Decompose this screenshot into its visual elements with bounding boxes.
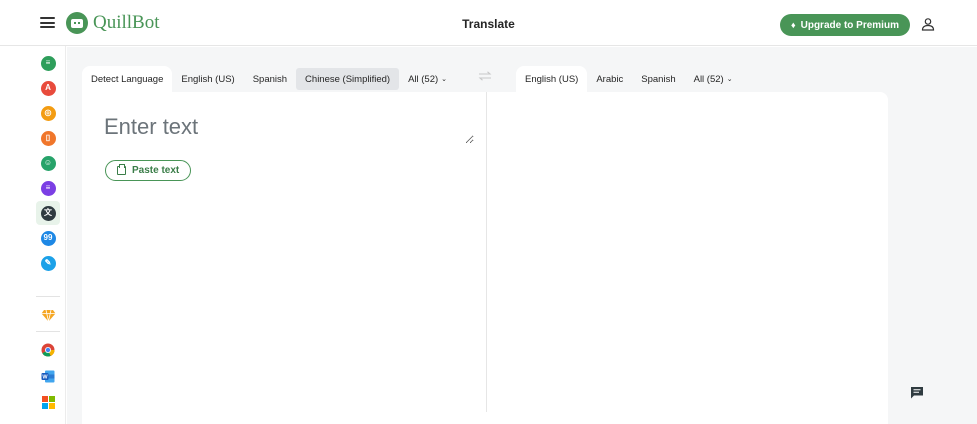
summarizer-icon: ≡	[40, 180, 56, 196]
ai-detector-icon: ◎	[40, 105, 56, 121]
tab-source-english-us[interactable]: English (US)	[172, 66, 243, 92]
sidebar-item-citation-generator[interactable]: 99	[36, 226, 60, 250]
citation-generator-icon: 99	[40, 230, 56, 246]
paste-text-button[interactable]: Paste text	[105, 160, 192, 181]
chevron-down-icon: ⌄	[441, 76, 448, 83]
sidebar-item-paraphraser[interactable]: ≡	[36, 51, 60, 75]
clipboard-icon	[117, 164, 126, 175]
paraphraser-icon: ≡	[40, 55, 56, 71]
sidebar-item-quillbot-flow[interactable]: ✎	[36, 251, 60, 275]
source-language-tabs: Detect Language English (US) Spanish Chi…	[82, 66, 456, 92]
user-profile-icon[interactable]	[921, 17, 935, 31]
target-language-tabs: English (US) Arabic Spanish All (52) ⌄	[516, 66, 742, 92]
swap-languages-icon[interactable]	[478, 71, 492, 81]
paste-text-label: Paste text	[132, 165, 180, 176]
target-all-languages-dropdown[interactable]: All (52) ⌄	[685, 66, 742, 92]
diamond-icon: ♦	[791, 20, 796, 30]
panel-divider	[486, 92, 487, 412]
tab-target-arabic[interactable]: Arabic	[587, 66, 632, 92]
sidebar-item-premium[interactable]	[36, 303, 60, 327]
sidebar-item-translator[interactable]: 文	[36, 201, 60, 225]
flow-icon: ✎	[40, 255, 56, 271]
sidebar-item-microsoft-edge[interactable]	[36, 390, 60, 414]
upgrade-premium-button[interactable]: ♦ Upgrade to Premium	[780, 14, 910, 36]
tab-source-spanish[interactable]: Spanish	[244, 66, 296, 92]
source-text-input[interactable]	[104, 114, 474, 144]
svg-text:W: W	[42, 374, 48, 380]
source-all-languages-dropdown[interactable]: All (52) ⌄	[399, 66, 456, 92]
sidebar-divider	[36, 296, 60, 297]
premium-diamond-icon	[41, 309, 55, 322]
chevron-down-icon: ⌄	[726, 76, 733, 83]
top-header: QuillBot Translate ♦ Upgrade to Premium	[0, 0, 977, 46]
sidebar-item-summarizer[interactable]: ≡	[36, 176, 60, 200]
windows-icon	[41, 395, 55, 409]
word-icon: W	[41, 370, 55, 382]
sidebar-item-word-addin[interactable]: W	[36, 364, 60, 388]
translator-icon: 文	[40, 205, 56, 221]
sidebar-item-ai-detector[interactable]: ◎	[36, 101, 60, 125]
tab-target-spanish[interactable]: Spanish	[632, 66, 684, 92]
sidebar-divider	[36, 331, 60, 332]
sidebar-item-ai-humanizer[interactable]: ☺	[36, 151, 60, 175]
ai-humanizer-icon: ☺	[40, 155, 56, 171]
feedback-chat-icon[interactable]	[910, 386, 924, 399]
source-all-languages-label: All (52)	[408, 73, 439, 85]
target-all-languages-label: All (52)	[693, 73, 724, 85]
sidebar-item-chrome-extension[interactable]	[36, 338, 60, 362]
sidebar-item-grammar-checker[interactable]: A	[36, 76, 60, 100]
plagiarism-checker-icon: ▯	[40, 130, 56, 146]
tab-target-english-us[interactable]: English (US)	[516, 66, 588, 92]
tools-sidebar: ≡ A ◎ ▯ ☺ ≡ 文 99 ✎ W	[30, 46, 66, 424]
chrome-icon	[41, 343, 55, 357]
upgrade-premium-label: Upgrade to Premium	[800, 19, 899, 31]
tab-detect-language[interactable]: Detect Language	[82, 66, 173, 92]
tab-source-chinese-simplified[interactable]: Chinese (Simplified)	[296, 68, 400, 90]
sidebar-item-plagiarism-checker[interactable]: ▯	[36, 126, 60, 150]
grammar-checker-icon: A	[40, 80, 56, 96]
